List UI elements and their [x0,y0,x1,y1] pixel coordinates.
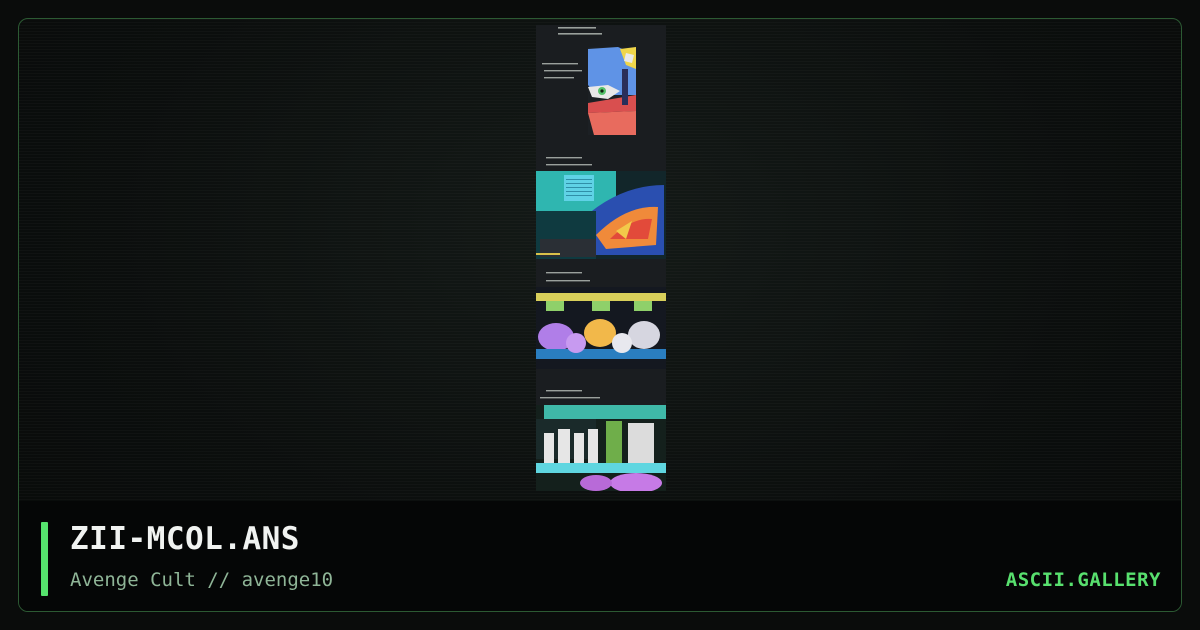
preview-card: ZII-MCOL.ANS Avenge Cult // avenge10 ASC… [18,18,1182,612]
art-panel-creatures [536,287,666,369]
artwork-title: ZII-MCOL.ANS [70,521,300,557]
art-panel-wave [536,171,666,259]
ansi-artwork-preview[interactable] [536,25,666,491]
accent-stripe [41,522,48,596]
artwork-credit: Avenge Cult // avenge10 [70,569,334,591]
art-panel-face [588,47,636,135]
site-brand[interactable]: ASCII.GALLERY [1006,569,1161,591]
art-panel-garden [536,405,666,491]
info-bar: ZII-MCOL.ANS Avenge Cult // avenge10 ASC… [19,501,1181,611]
